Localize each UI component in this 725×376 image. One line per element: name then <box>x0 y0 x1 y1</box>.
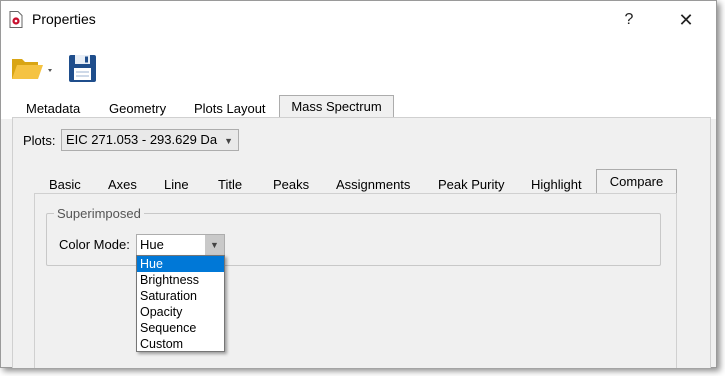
superimposed-group-title: Superimposed <box>54 206 144 221</box>
help-button[interactable]: ? <box>614 7 644 33</box>
tab-plots-layout[interactable]: Plots Layout <box>194 99 266 119</box>
plots-select[interactable]: EIC 271.053 - 293.629 Da ▼ <box>61 129 239 151</box>
subtab-peaks[interactable]: Peaks <box>273 175 309 195</box>
tab-mass-spectrum[interactable]: Mass Spectrum <box>279 95 394 119</box>
chevron-down-icon[interactable]: ▼ <box>205 235 224 255</box>
chevron-down-icon: ▼ <box>224 136 233 146</box>
color-mode-value: Hue <box>140 237 164 252</box>
tab-metadata[interactable]: Metadata <box>26 99 80 119</box>
subtab-highlight[interactable]: Highlight <box>531 175 582 195</box>
subtab-peak-purity[interactable]: Peak Purity <box>438 175 504 195</box>
floppy-save-icon <box>67 55 99 87</box>
subtab-compare[interactable]: Compare <box>596 169 677 194</box>
open-folder-icon <box>11 59 57 86</box>
toolbar <box>1 39 716 95</box>
save-button[interactable] <box>67 52 99 84</box>
color-mode-label: Color Mode: <box>59 237 130 252</box>
title-bar: Properties ? ✕ <box>1 1 716 39</box>
plots-select-value: EIC 271.053 - 293.629 Da <box>66 132 218 147</box>
option-opacity[interactable]: Opacity <box>137 304 224 320</box>
option-sequence[interactable]: Sequence <box>137 320 224 336</box>
subtab-line[interactable]: Line <box>164 175 189 195</box>
subtab-basic[interactable]: Basic <box>49 175 81 195</box>
option-hue[interactable]: Hue <box>137 256 224 272</box>
option-brightness[interactable]: Brightness <box>137 272 224 288</box>
color-mode-select[interactable]: Hue ▼ <box>136 234 225 256</box>
main-tab-bar: Metadata Geometry Plots Layout Mass Spec… <box>1 95 716 119</box>
option-custom[interactable]: Custom <box>137 336 224 352</box>
subtab-axes[interactable]: Axes <box>108 175 137 195</box>
window-title: Properties <box>32 11 96 27</box>
option-saturation[interactable]: Saturation <box>137 288 224 304</box>
open-button[interactable] <box>11 53 57 83</box>
subtab-assignments[interactable]: Assignments <box>336 175 410 195</box>
color-mode-dropdown-list: Hue Brightness Saturation Opacity Sequen… <box>136 255 225 352</box>
plots-label: Plots: <box>23 133 56 148</box>
app-document-icon <box>9 11 23 28</box>
tab-geometry[interactable]: Geometry <box>109 99 166 119</box>
close-button[interactable]: ✕ <box>671 7 701 33</box>
subtab-title[interactable]: Title <box>218 175 242 195</box>
